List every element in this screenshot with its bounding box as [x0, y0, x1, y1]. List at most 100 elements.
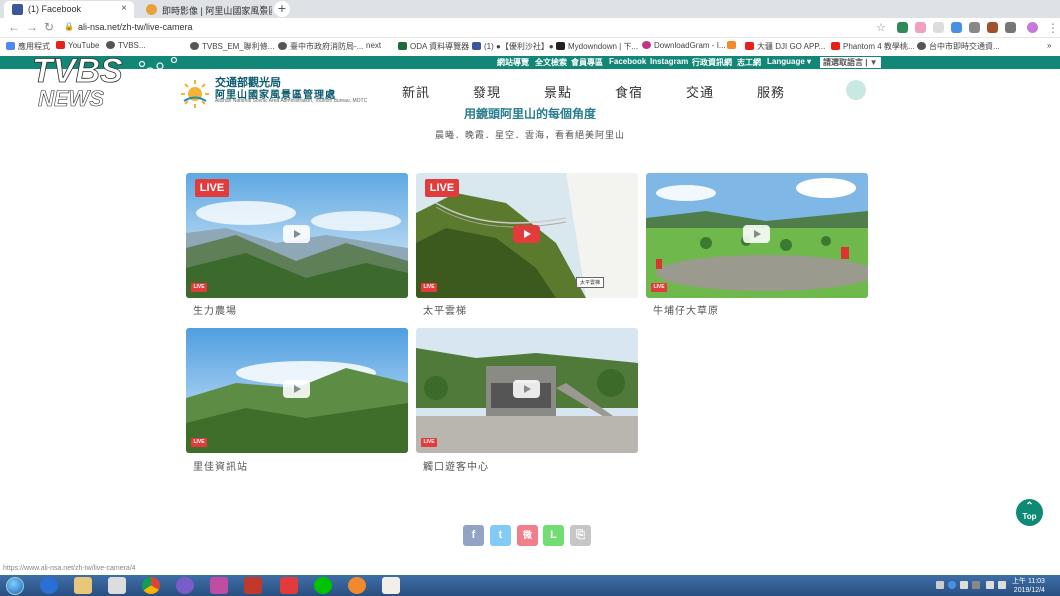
section-title: 用鏡頭阿里山的每個角度: [463, 107, 596, 119]
line-app-icon[interactable]: [314, 577, 332, 594]
play-icon[interactable]: [513, 225, 540, 243]
play-icon[interactable]: [283, 225, 310, 243]
link-member[interactable]: 會員專區: [571, 57, 603, 68]
extension-icon[interactable]: [969, 22, 980, 33]
firefox-icon[interactable]: [348, 577, 366, 594]
camera-card-niupuzai-grassland[interactable]: LIVE: [646, 173, 868, 298]
filezilla-icon[interactable]: [244, 577, 262, 594]
line-share-icon[interactable]: L: [543, 525, 564, 546]
camera-card-taiping-suspension-bridge[interactable]: LIVE LIVE 太平雲梯: [416, 173, 638, 298]
live-badge-small: LIVE: [421, 438, 437, 447]
nav-services[interactable]: 服務: [757, 82, 785, 101]
nav-discover[interactable]: 發現: [473, 82, 501, 101]
facebook-share-icon[interactable]: f: [463, 525, 484, 546]
apps-icon: [6, 42, 15, 50]
nav-lodging[interactable]: 食宿: [615, 82, 643, 101]
app-icon[interactable]: [382, 577, 400, 594]
tray-icon[interactable]: [972, 581, 980, 589]
file-explorer-icon[interactable]: [74, 577, 92, 594]
globe-icon: [278, 42, 287, 50]
facebook-icon: [472, 42, 481, 50]
tray-icon[interactable]: [960, 581, 968, 589]
tray-help-icon[interactable]: [948, 581, 956, 589]
system-clock[interactable]: 上午 11:03 2019/12/4: [1012, 577, 1045, 595]
nav-attractions[interactable]: 景點: [544, 82, 572, 101]
camera-caption[interactable]: 里佳資訊站: [193, 458, 248, 473]
app-icon[interactable]: [176, 577, 194, 594]
bookmark-oda[interactable]: ODA 資料導覽器: [398, 41, 469, 52]
extension-icon[interactable]: [933, 22, 944, 33]
internet-explorer-icon[interactable]: [40, 577, 58, 594]
globe-icon: [917, 42, 926, 50]
bookmark-mydowndown[interactable]: Mydowndown | 下...: [556, 41, 638, 52]
bookmark-taichung-traffic[interactable]: 台中市即時交通資...: [917, 41, 1000, 52]
lock-icon: 🔒: [64, 22, 74, 31]
tab-live-camera[interactable]: 即時影像 | 阿里山國家風景區 ×: [138, 1, 272, 18]
link-facebook[interactable]: Facebook: [609, 57, 646, 66]
bookmark-tvbs-em[interactable]: TVBS_EM_聯利條...: [190, 41, 274, 52]
copy-link-icon[interactable]: ⎘: [570, 525, 591, 546]
media-player-icon[interactable]: [108, 577, 126, 594]
live-badge-small: LIVE: [651, 283, 667, 292]
bookmark-downloadgram[interactable]: DownloadGram - I...: [642, 41, 726, 50]
link-sitemap[interactable]: 網站導覽: [497, 57, 529, 68]
start-button-icon[interactable]: [6, 577, 24, 595]
reload-icon[interactable]: ↻: [44, 20, 54, 34]
chat-icon[interactable]: [846, 80, 866, 100]
new-tab-button[interactable]: +: [274, 1, 290, 17]
extension-icon[interactable]: [897, 22, 908, 33]
url-field[interactable]: ali-nsa.net/zh-tw/live-camera: [78, 22, 193, 32]
forward-icon[interactable]: →: [26, 20, 38, 34]
camera-overlay-label: 太平雲梯: [575, 277, 604, 288]
tab-label: (1) Facebook: [28, 4, 82, 14]
close-tab-icon[interactable]: ×: [121, 3, 127, 14]
tray-keyboard-icon[interactable]: [936, 581, 944, 589]
select-language-dropdown[interactable]: 請選取語言 | ▼: [820, 57, 881, 68]
play-icon[interactable]: [513, 380, 540, 398]
back-to-top-button[interactable]: ⌃ Top: [1016, 499, 1043, 526]
camera-caption[interactable]: 太平雲梯: [423, 302, 467, 317]
camera-card-lijia-info-station[interactable]: LIVE: [186, 328, 408, 453]
link-admin-info[interactable]: 行政資訊網: [692, 57, 732, 68]
chrome-icon[interactable]: [142, 577, 160, 594]
camera-card-chukou-visitor-center[interactable]: LIVE: [416, 328, 638, 453]
network-icon[interactable]: [986, 581, 994, 589]
twitch-app-icon[interactable]: [210, 577, 228, 594]
nav-news[interactable]: 新訊: [402, 82, 430, 101]
bookmark-next[interactable]: next: [366, 41, 381, 50]
extension-icon[interactable]: [951, 22, 962, 33]
link-volunteer[interactable]: 志工網: [737, 57, 761, 68]
extension-icon[interactable]: [987, 22, 998, 33]
camera-card-shengli-farm[interactable]: LIVE LIVE: [186, 173, 408, 298]
menu-kebab-icon[interactable]: ⋮: [1047, 21, 1059, 35]
play-icon[interactable]: [743, 225, 770, 243]
play-icon[interactable]: [283, 380, 310, 398]
bookmark-facebook-page[interactable]: (1) ●【優利沙社】●: [472, 41, 554, 52]
camera-caption[interactable]: 觸口遊客中心: [423, 458, 489, 473]
bookmark-star-icon[interactable]: ☆: [876, 21, 886, 34]
bookmark-phantom4[interactable]: Phantom 4 教學桃...: [831, 41, 915, 52]
volume-icon[interactable]: [998, 581, 1006, 589]
status-bar-url: https://www.ali-nsa.net/zh-tw/live-camer…: [3, 565, 136, 572]
tab-facebook[interactable]: (1) Facebook ×: [4, 1, 134, 18]
link-full-text-search[interactable]: 全文檢索: [535, 57, 567, 68]
m-logo-icon: [556, 42, 565, 50]
profile-avatar[interactable]: [1027, 22, 1038, 33]
camera-caption[interactable]: 牛埔仔大草原: [653, 302, 719, 317]
extension-icon[interactable]: [1005, 22, 1016, 33]
close-tab-icon[interactable]: ×: [259, 3, 265, 14]
back-icon[interactable]: ←: [8, 20, 20, 34]
bookmark-rss[interactable]: [727, 41, 739, 50]
pdf-reader-icon[interactable]: [280, 577, 298, 594]
bookmark-taichung-fire[interactable]: 臺中市政府消防局-...: [278, 41, 363, 52]
extension-icon[interactable]: [915, 22, 926, 33]
live-badge: LIVE: [195, 179, 229, 197]
bookmarks-overflow-icon[interactable]: »: [1047, 41, 1051, 50]
weibo-share-icon[interactable]: 微: [517, 525, 538, 546]
twitter-share-icon[interactable]: t: [490, 525, 511, 546]
nav-transport[interactable]: 交通: [686, 82, 714, 101]
camera-caption[interactable]: 生力農場: [193, 302, 237, 317]
bookmark-dji-go[interactable]: 大疆 DJI GO APP...: [745, 41, 825, 52]
link-instagram[interactable]: Instagram: [650, 57, 688, 66]
language-dropdown[interactable]: Language ▾: [767, 57, 811, 66]
